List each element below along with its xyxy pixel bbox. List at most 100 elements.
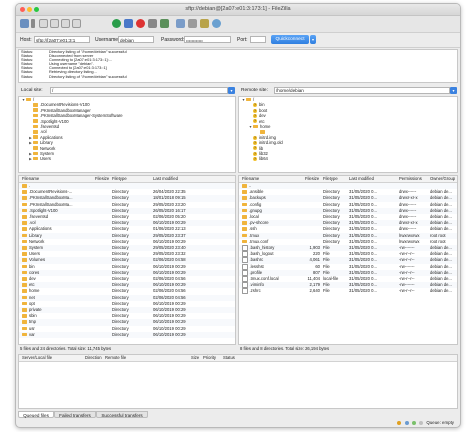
local-file-list[interactable]: Filename Filesize Filetype Last modified…	[18, 175, 236, 345]
remote-file-list[interactable]: Filename Filesize Filetype Last modified…	[238, 175, 458, 345]
remote-tree-node[interactable]: ? lib64	[239, 156, 457, 161]
filter-icon[interactable]	[176, 19, 185, 28]
transfer-queue[interactable]: Server/Local file Direction Remote file …	[18, 354, 458, 409]
queue-col-direction[interactable]: Direction	[85, 355, 102, 361]
file-icon	[242, 251, 248, 258]
message-log[interactable]: Status: Directory listing of "/home/debia…	[18, 49, 458, 83]
local-col-last-modified[interactable]: Last modified	[153, 176, 178, 182]
password-label: Password:	[161, 37, 185, 43]
reconnect-icon[interactable]	[160, 19, 169, 28]
remote-col-filesize[interactable]: Filesize	[305, 176, 319, 182]
site-manager-dropdown-icon[interactable]	[31, 19, 35, 28]
local-site-dropdown-icon[interactable]: ▾	[228, 87, 235, 94]
tab-failed-transfers[interactable]: Failed transfers	[54, 411, 96, 418]
file-row[interactable]: .zshrc 2,640 File 31/05/2020 0... -rw-r--r--…	[239, 288, 457, 295]
remote-col-filename[interactable]: Filename	[242, 176, 259, 182]
file-perm: -rw-r--r--	[399, 288, 415, 294]
file-name-text: .viminfo	[249, 282, 264, 288]
local-col-filename[interactable]: Filename	[22, 176, 39, 182]
site-manager-icon[interactable]	[20, 19, 29, 28]
queue-col-size[interactable]: Size	[191, 355, 199, 361]
file-name-text: .bashrc	[249, 257, 264, 263]
port-input[interactable]	[250, 36, 266, 43]
file-name-text: .config	[249, 201, 262, 207]
file-name-text: .backups	[249, 195, 266, 201]
local-col-filesize[interactable]: Filesize	[95, 176, 109, 182]
file-modified: 31/05/2020 0...	[349, 288, 377, 294]
folder-icon	[22, 184, 27, 188]
remote-col-filetype[interactable]: Filetype	[323, 176, 338, 182]
folder-icon	[22, 239, 27, 244]
unknown-folder-icon: ?	[253, 103, 257, 108]
quickconnect-button[interactable]: Quickconnect	[271, 35, 309, 44]
quickconnect-history-dropdown[interactable]: ▾	[310, 35, 316, 44]
sync-browse-icon[interactable]	[200, 19, 209, 28]
folder-icon	[22, 208, 27, 213]
queue-col-status[interactable]: Status	[223, 355, 235, 361]
queue-col-priority[interactable]: Priority	[203, 355, 216, 361]
tree-node-label: .PKInstallSandboxManager-SystemSoftware	[40, 113, 123, 119]
folder-icon	[242, 202, 247, 207]
file-type: File	[323, 288, 330, 294]
tab-successful-transfers[interactable]: Successful transfers	[96, 411, 148, 418]
file-row[interactable]: var Directory 06/10/2019 00:29	[19, 331, 235, 338]
remote-col-last-modified[interactable]: Last modified	[349, 176, 374, 182]
file-name-text: Library	[29, 232, 42, 238]
disconnect-icon[interactable]	[148, 19, 157, 28]
toggle-remote-tree-icon[interactable]	[61, 19, 70, 28]
file-name-text: .bash_logout	[249, 251, 274, 257]
remote-directory-tree[interactable]: ▼ /? bin? boot? dev? etc ▼ home? initrd.img? init…	[238, 96, 458, 173]
remote-site-path[interactable]: /home/debian	[274, 87, 450, 94]
file-icon	[242, 257, 248, 264]
host-input[interactable]: sftp://[2a07:e01:3:1	[34, 36, 90, 43]
tree-node-label: .PKInstallSandboxManager	[40, 107, 91, 113]
unknown-folder-icon: ?	[253, 119, 257, 124]
file-name-text: net	[29, 294, 35, 300]
search-icon[interactable]	[212, 19, 221, 28]
tree-node-label: .Spotlight-V100	[40, 118, 69, 124]
folder-icon	[22, 190, 27, 194]
local-directory-tree[interactable]: ▼ / .DocumentRevisions-V100 .PKInstallSandb…	[18, 96, 236, 173]
remote-col-owner-group[interactable]: Owner/Group	[430, 176, 455, 182]
tree-node-label: /	[33, 97, 35, 102]
toggle-queue-icon[interactable]	[72, 19, 81, 28]
folder-icon	[22, 246, 27, 250]
file-name-text: .tmux.conf	[249, 238, 269, 244]
toggle-log-icon[interactable]	[39, 19, 48, 28]
remote-site-label: Remote site:	[241, 88, 268, 93]
folder-icon	[33, 124, 38, 129]
unknown-folder-icon: ?	[253, 157, 257, 162]
folder-icon	[242, 233, 247, 238]
process-queue-icon[interactable]	[124, 19, 133, 28]
refresh-icon[interactable]	[112, 19, 121, 28]
local-tree-node[interactable]: ▶ Users	[19, 156, 235, 161]
local-site-path[interactable]: /	[50, 87, 228, 94]
local-site-bar: Local site: / ▾	[18, 86, 236, 95]
speed-limit-icon	[404, 420, 409, 425]
folder-icon	[242, 196, 247, 201]
remote-col-permissions[interactable]: Permissions	[399, 176, 422, 182]
cancel-icon[interactable]	[136, 19, 145, 28]
file-icon	[242, 276, 248, 282]
toggle-tree-icon[interactable]	[50, 19, 59, 28]
local-col-filetype[interactable]: Filetype	[112, 176, 127, 182]
folder-icon	[33, 102, 38, 107]
queue-col-remote-file[interactable]: Remote file	[105, 355, 126, 361]
file-name-text: .	[29, 183, 31, 188]
file-size: 2,640	[309, 288, 320, 294]
folder-icon	[33, 140, 38, 145]
username-input[interactable]: debian	[118, 36, 154, 43]
password-input[interactable]: ••••••••••••	[184, 36, 231, 43]
folder-icon	[22, 270, 27, 275]
tree-node-label: lib64	[259, 156, 268, 162]
remote-site-dropdown-icon[interactable]: ▾	[450, 87, 457, 94]
compare-icon[interactable]	[188, 19, 197, 28]
tab-queued-files[interactable]: Queued files	[18, 411, 54, 418]
folder-icon	[242, 227, 247, 232]
file-name-text: .PKInstallSandboxMa...	[29, 201, 73, 207]
file-icon	[242, 245, 248, 251]
queue-col-server-local-file[interactable]: Server/Local file	[22, 355, 52, 361]
tree-node-label: bin	[259, 102, 265, 108]
folder-icon	[22, 289, 27, 294]
window-title: sftp://debian@[2a07:e01:3:173:1] - FileZ…	[185, 6, 291, 12]
